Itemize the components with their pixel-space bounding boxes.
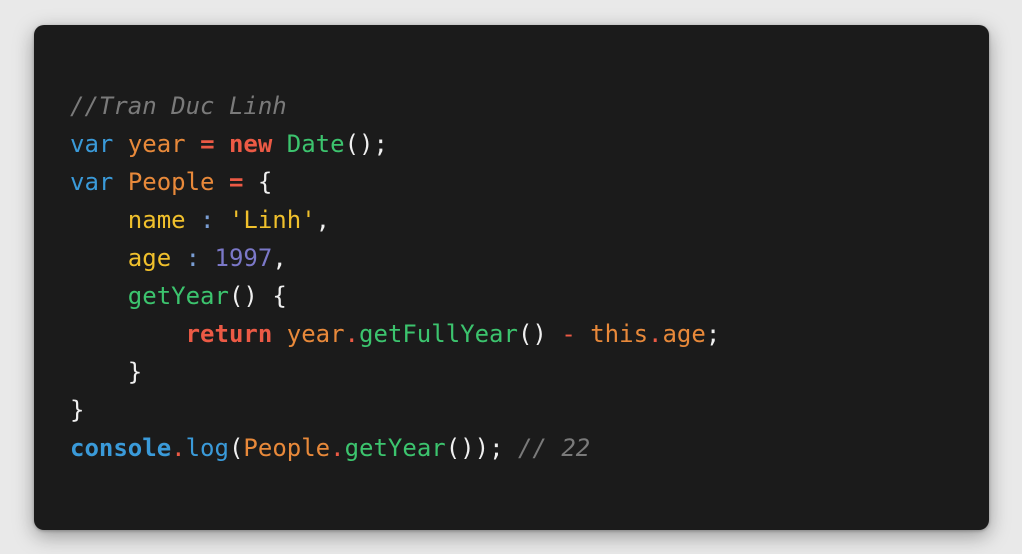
code-token-method: log <box>185 434 229 462</box>
code-token-punctuation: () <box>517 320 547 348</box>
code-token-property: name <box>127 206 186 234</box>
code-token-method: getYear <box>344 434 446 462</box>
code-token-operator: - <box>561 320 576 348</box>
code-token-comment: //Tran Duc Linh <box>70 92 287 120</box>
code-token-punctuation: { <box>257 168 273 196</box>
code-token-comment: // 22 <box>517 434 591 462</box>
code-line: console.log(People.getYear()); // 22 <box>70 429 720 467</box>
code-token-variable: year <box>127 130 186 158</box>
code-line: } <box>70 391 720 429</box>
code-line: //Tran Duc Linh <box>70 87 720 125</box>
code-line: var year = new Date(); <box>70 125 720 163</box>
code-token-punctuation: ()); <box>445 434 504 462</box>
code-token-method: getYear <box>127 282 229 310</box>
code-token-punctuation: , <box>272 244 287 272</box>
code-token-punctuation: , <box>315 206 331 234</box>
code-token-keyword: var <box>70 130 114 158</box>
code-token-punctuation: } <box>127 358 143 386</box>
code-line: name : 'Linh', <box>70 201 720 239</box>
code-snippet-panel: //Tran Duc Linh var year = new Date(); var… <box>34 25 989 530</box>
code-token-operator: : <box>185 244 201 272</box>
code-token-keyword: this <box>590 320 649 348</box>
code-token-number: 1997 <box>214 244 273 272</box>
code-token-builtin: console <box>70 434 172 462</box>
code-line: age : 1997, <box>70 239 720 277</box>
code-token-accessor: . <box>171 434 186 462</box>
code-token-variable: year <box>286 320 345 348</box>
code-token-accessor: . <box>648 320 663 348</box>
code-token-variable: People <box>127 168 215 196</box>
code-token-operator: : <box>200 206 215 234</box>
code-token-property: age <box>662 320 706 348</box>
code-token-keyword: var <box>70 168 114 196</box>
code-line: var People = { <box>70 163 720 201</box>
code-token-keyword: new <box>228 130 273 158</box>
code-token-method: getFullYear <box>359 320 518 348</box>
code-token-string: 'Linh' <box>228 206 316 234</box>
code-token-accessor: . <box>344 320 359 348</box>
code-token-property: age <box>127 244 172 272</box>
code-line: } <box>70 353 720 391</box>
code-token-class: Date <box>286 130 345 158</box>
code-line: getYear() { <box>70 277 720 315</box>
code-token-punctuation: ( <box>228 434 244 462</box>
code-token-punctuation: () <box>228 282 258 310</box>
code-token-accessor: . <box>330 434 345 462</box>
code-token-punctuation: (); <box>344 130 388 158</box>
code-token-keyword: return <box>185 320 273 348</box>
code-block: //Tran Duc Linh var year = new Date(); var… <box>70 87 720 467</box>
code-token-punctuation: ; <box>705 320 721 348</box>
code-token-variable: People <box>243 434 331 462</box>
code-token-punctuation: { <box>272 282 287 310</box>
code-token-punctuation: } <box>70 396 85 424</box>
code-line: return year.getFullYear() - this.age; <box>70 315 721 353</box>
code-token-operator: = <box>200 130 215 158</box>
code-token-operator: = <box>228 168 244 196</box>
